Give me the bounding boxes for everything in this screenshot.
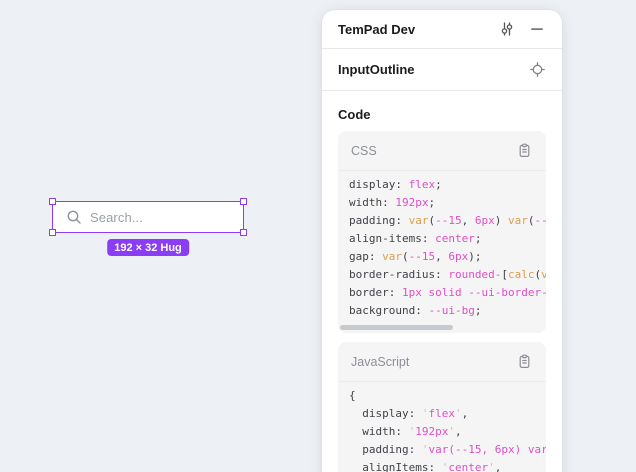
css-language-label: CSS: [351, 144, 514, 158]
code-line: display: flex;: [349, 176, 546, 194]
selected-node-name: InputOutline: [338, 62, 527, 77]
selection-handle-bottom-right[interactable]: [240, 229, 247, 236]
code-line: border: 1px solid --ui-border-: [349, 284, 546, 302]
javascript-code-header: JavaScript: [338, 342, 546, 382]
javascript-language-label: JavaScript: [351, 355, 514, 369]
locate-target-icon[interactable]: [527, 60, 547, 80]
horizontal-scrollbar-thumb[interactable]: [340, 325, 453, 330]
code-line: display: 'flex',: [349, 405, 546, 423]
code-line: border-radius: rounded-[calc(v: [349, 266, 546, 284]
selection-handle-bottom-left[interactable]: [49, 229, 56, 236]
code-line: padding: var(--15, 6px) var(--: [349, 212, 546, 230]
selection-size-badge: 192 × 32 Hug: [107, 239, 189, 256]
search-input-placeholder: Search...: [90, 210, 143, 225]
css-code-block: CSS display: flex;width: 192px;padding: …: [338, 131, 546, 333]
copy-clipboard-icon[interactable]: [514, 141, 534, 161]
code-line: gap: var(--15, 6px);: [349, 248, 546, 266]
plugin-title: TemPad Dev: [338, 22, 497, 37]
copy-clipboard-icon[interactable]: [514, 352, 534, 372]
plugin-header: TemPad Dev: [322, 10, 562, 49]
code-line: align-items: center;: [349, 230, 546, 248]
css-code-header: CSS: [338, 131, 546, 171]
code-line: width: '192px',: [349, 423, 546, 441]
code-line: background: --ui-bg;: [349, 302, 546, 320]
code-line: alignItems: 'center',: [349, 459, 546, 472]
selection-handle-top-right[interactable]: [240, 198, 247, 205]
settings-sliders-icon[interactable]: [497, 19, 517, 39]
javascript-code-block: JavaScript { display: 'flex', width: '19…: [338, 342, 546, 472]
code-line: width: 192px;: [349, 194, 546, 212]
selection-handle-top-left[interactable]: [49, 198, 56, 205]
javascript-code-content[interactable]: { display: 'flex', width: '192px', paddi…: [338, 382, 546, 472]
tempad-dev-plugin-panel: TemPad Dev InputOutline: [322, 10, 562, 472]
code-section-label: Code: [338, 107, 546, 122]
search-input-component[interactable]: Search...: [52, 201, 244, 233]
minimize-icon[interactable]: [527, 19, 547, 39]
css-code-content[interactable]: display: flex;width: 192px;padding: var(…: [338, 171, 546, 320]
code-line: padding: 'var(--15, 6px) var: [349, 441, 546, 459]
code-line: {: [349, 387, 546, 405]
selected-node-row: InputOutline: [322, 49, 562, 91]
search-icon: [66, 209, 82, 225]
